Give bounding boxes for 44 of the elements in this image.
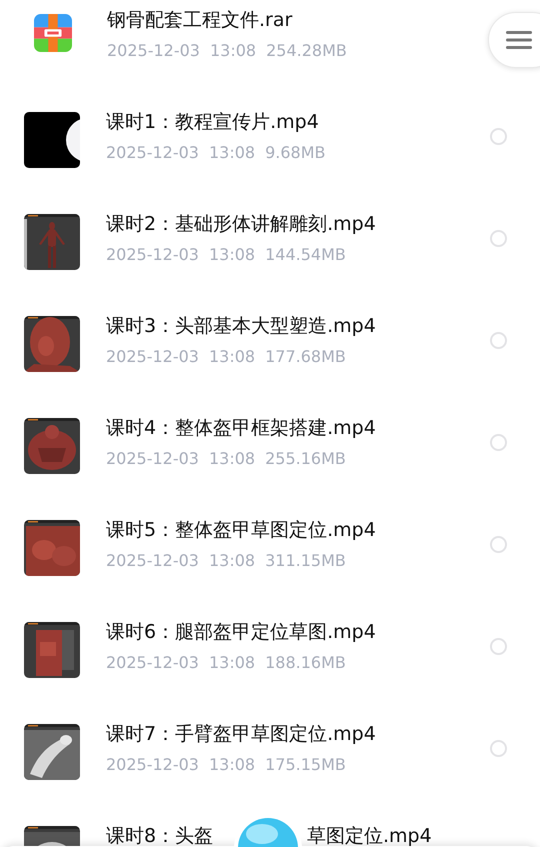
file-name: 课时8：头盔 [106, 824, 214, 847]
file-name: 钢骨配套工程文件.rar [107, 8, 292, 32]
select-radio[interactable] [490, 434, 507, 451]
select-radio[interactable] [490, 536, 507, 553]
file-name: 草图定位.mp4 [307, 824, 432, 847]
file-size: 177.68MB [265, 346, 346, 368]
file-date: 2025-12-03 [106, 550, 199, 572]
file-name: 课时5：整体盔甲草图定位.mp4 [106, 518, 376, 542]
file-name: 课时1：教程宣传片.mp4 [106, 110, 319, 134]
file-time: 13:08 [210, 40, 256, 62]
file-time: 13:08 [208, 754, 256, 776]
file-name: 课时3：头部基本大型塑造.mp4 [106, 314, 376, 338]
file-size: 175.15MB [265, 754, 346, 776]
file-name: 课时6：腿部盔甲定位草图.mp4 [106, 620, 376, 644]
file-time: 13:08 [208, 142, 256, 164]
file-date: 2025-12-03 [106, 652, 199, 674]
archive-icon [34, 14, 72, 52]
select-radio[interactable] [490, 638, 507, 655]
file-date: 2025-12-03 [106, 448, 199, 470]
file-date: 2025-12-03 [106, 754, 199, 776]
file-size: 188.16MB [265, 652, 346, 674]
file-time: 13:08 [208, 346, 256, 368]
file-name: 课时7：手臂盔甲草图定位.mp4 [106, 722, 376, 746]
menu-icon [506, 30, 532, 50]
file-time: 13:08 [208, 448, 256, 470]
file-date: 2025-12-03 [106, 346, 199, 368]
file-size: 9.68MB [265, 142, 326, 164]
file-name: 课时4：整体盔甲框架搭建.mp4 [106, 416, 376, 440]
file-date: 2025-12-03 [106, 142, 199, 164]
file-size: 311.15MB [265, 550, 346, 572]
file-time: 13:08 [208, 244, 256, 266]
file-name: 课时2：基础形体讲解雕刻.mp4 [106, 212, 376, 236]
file-time: 13:08 [208, 652, 256, 674]
menu-button[interactable] [488, 12, 540, 68]
file-size: 144.54MB [265, 244, 346, 266]
file-date: 2025-12-03 [106, 244, 199, 266]
select-radio[interactable] [490, 230, 507, 247]
select-radio[interactable] [490, 128, 507, 145]
file-size: 255.16MB [265, 448, 346, 470]
file-size: 254.28MB [266, 40, 347, 62]
select-radio[interactable] [490, 332, 507, 349]
file-time: 13:08 [208, 550, 256, 572]
select-radio[interactable] [490, 740, 507, 757]
file-date: 2025-12-03 [107, 40, 200, 62]
